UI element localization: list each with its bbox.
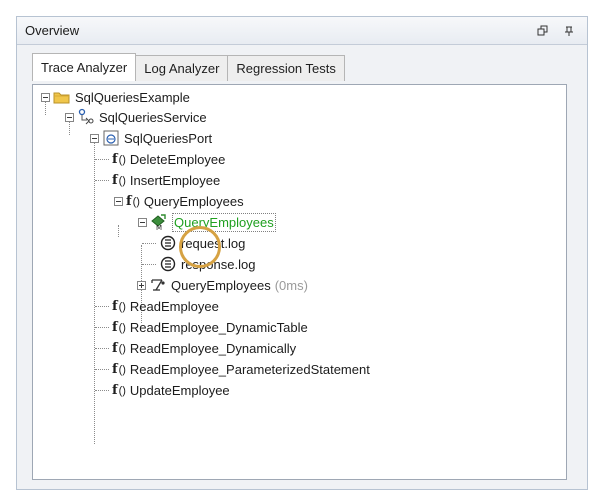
- tree-connector: [95, 389, 109, 391]
- function-icon: f(): [126, 193, 140, 209]
- tree-connector: [142, 263, 156, 265]
- tree-node-port[interactable]: SqlQueriesPort: [90, 128, 212, 148]
- collapse-icon[interactable]: [114, 196, 123, 206]
- function-icon: f(): [112, 382, 126, 398]
- operation-label: QueryEmployees: [143, 193, 244, 209]
- pin-icon[interactable]: [561, 23, 577, 39]
- port-icon: [102, 129, 120, 147]
- collapse-icon[interactable]: [65, 112, 74, 122]
- tree-view: SqlQueriesExample SqlQueriesService SqlQ…: [33, 85, 566, 479]
- function-icon: f(): [112, 340, 126, 356]
- tree-root-label: SqlQueriesExample: [75, 89, 190, 105]
- tree-connector: [118, 225, 119, 237]
- function-icon: f(): [112, 151, 126, 167]
- tree-connector: [95, 158, 109, 160]
- tree-operation-insert-employee[interactable]: f() InsertEmployee: [95, 170, 220, 190]
- function-icon: f(): [112, 172, 126, 188]
- tree-node-request-log[interactable]: request.log: [142, 233, 245, 253]
- tree-connector: [95, 347, 109, 349]
- tab-strip: Trace Analyzer Log Analyzer Regression T…: [32, 53, 587, 81]
- tab-trace-analyzer[interactable]: Trace Analyzer: [32, 53, 137, 81]
- collapse-icon[interactable]: [90, 133, 99, 143]
- function-icon: f(): [112, 361, 126, 377]
- collapse-icon[interactable]: [138, 217, 147, 227]
- collapse-icon[interactable]: [41, 92, 50, 102]
- tree-node-service[interactable]: SqlQueriesService: [65, 107, 207, 127]
- tree-service-label: SqlQueriesService: [99, 109, 207, 125]
- tree-port-label: SqlQueriesPort: [124, 130, 213, 146]
- function-icon: f(): [112, 319, 126, 335]
- operation-label: ReadEmployee_ParameterizedStatement: [129, 361, 370, 377]
- operation-label: ReadEmployee_DynamicTable: [129, 319, 308, 335]
- title-bar: Overview: [17, 17, 587, 45]
- expand-icon[interactable]: [137, 280, 146, 290]
- log-icon: [159, 255, 177, 273]
- function-icon: f(): [112, 298, 126, 314]
- tree-node-root[interactable]: SqlQueriesExample: [41, 87, 190, 107]
- log-icon: [159, 234, 177, 252]
- tree-panel: SqlQueriesExample SqlQueriesService SqlQ…: [32, 84, 567, 480]
- tree-operation-read-employee-dynamically[interactable]: f() ReadEmployee_Dynamically: [95, 338, 296, 358]
- tab-regression-tests[interactable]: Regression Tests: [227, 55, 345, 81]
- service-icon: [77, 108, 95, 126]
- svg-text:M: M: [156, 224, 162, 231]
- operation-label: InsertEmployee: [129, 172, 221, 188]
- operation-label: UpdateEmployee: [129, 382, 230, 398]
- log-label: response.log: [181, 256, 256, 272]
- tree-operation-delete-employee[interactable]: f() DeleteEmployee: [95, 149, 225, 169]
- log-label: request.log: [181, 235, 246, 251]
- tree-node-query-message[interactable]: M QueryEmployees: [138, 212, 276, 232]
- selected-node-label: QueryEmployees: [172, 212, 276, 232]
- tree-connector: [142, 242, 156, 244]
- call-duration: (0ms): [274, 277, 308, 293]
- tree-connector: [95, 305, 109, 307]
- tree-operation-read-employee-dynamictable[interactable]: f() ReadEmployee_DynamicTable: [95, 317, 308, 337]
- tree-operation-read-employee[interactable]: f() ReadEmployee: [95, 296, 219, 316]
- tree-operation-update-employee[interactable]: f() UpdateEmployee: [95, 380, 230, 400]
- tree-connector: [95, 179, 109, 181]
- tree-connector: [95, 326, 109, 328]
- operation-label: ReadEmployee: [129, 298, 219, 314]
- title-controls: [535, 23, 577, 39]
- tree-connector: [95, 368, 109, 370]
- overview-window: Overview Trace Analyzer Log Analyzer Reg…: [16, 16, 588, 490]
- call-icon: [149, 276, 167, 294]
- folder-icon: [53, 88, 71, 106]
- tab-log-analyzer[interactable]: Log Analyzer: [135, 55, 229, 81]
- operation-label: DeleteEmployee: [129, 151, 226, 167]
- operation-label: ReadEmployee_Dynamically: [129, 340, 297, 356]
- call-label: QueryEmployees: [171, 277, 271, 293]
- tree-operation-query-employees[interactable]: f() QueryEmployees: [114, 191, 244, 211]
- message-icon: M: [150, 213, 168, 231]
- window-title: Overview: [25, 23, 80, 38]
- tree-node-query-call[interactable]: QueryEmployees (0ms): [137, 275, 308, 295]
- tree-operation-read-employee-parameterizedstatement[interactable]: f() ReadEmployee_ParameterizedStatement: [95, 359, 370, 379]
- tree-node-response-log[interactable]: response.log: [142, 254, 255, 274]
- restore-icon[interactable]: [535, 23, 551, 39]
